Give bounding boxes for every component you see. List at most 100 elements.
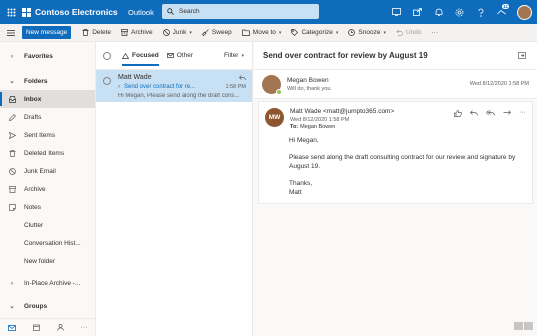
brand[interactable]: Contoso Electronics bbox=[22, 7, 128, 17]
focused-icon bbox=[122, 52, 129, 59]
sidebar-item-new-folder[interactable]: New folder bbox=[0, 252, 95, 270]
favorites-header[interactable]: › Favorites bbox=[0, 47, 95, 65]
archive-icon bbox=[0, 185, 24, 193]
message-body: Hi Megan, Please send along the draft co… bbox=[289, 136, 526, 197]
sidebar-item-archive[interactable]: Archive bbox=[0, 180, 95, 198]
list-item[interactable]: Matt Wade › Send over contract for re...… bbox=[96, 70, 252, 102]
select-all-checkbox[interactable] bbox=[96, 51, 118, 60]
help-icon[interactable] bbox=[470, 0, 491, 24]
move-to-button[interactable]: Move to ▾ bbox=[237, 24, 287, 42]
sidebar-item-deleted[interactable]: Deleted Items bbox=[0, 144, 95, 162]
sidebar-item-label: New folder bbox=[24, 257, 56, 265]
trash-icon bbox=[82, 29, 89, 36]
like-icon[interactable] bbox=[454, 110, 462, 117]
sidebar-item-junk[interactable]: Junk Email bbox=[0, 162, 95, 180]
sidebar-item-conversation-history[interactable]: Conversation Hist... bbox=[0, 234, 95, 252]
app-launcher-icon[interactable] bbox=[0, 0, 22, 24]
trash-icon bbox=[0, 149, 24, 157]
sidebar-item-sent[interactable]: Sent Items bbox=[0, 126, 95, 144]
delete-label: Delete bbox=[92, 29, 111, 36]
sidebar-item-label: Drafts bbox=[24, 113, 42, 121]
command-bar: New message Delete Archive Junk ▾ Sweep … bbox=[0, 24, 537, 42]
new-message-button[interactable]: New message bbox=[22, 26, 72, 39]
favorites-label: Favorites bbox=[24, 52, 53, 60]
feedback-icon[interactable]: 11 bbox=[491, 0, 512, 24]
filter-button[interactable]: Filter ▾ bbox=[224, 52, 244, 59]
undo-icon bbox=[396, 29, 403, 36]
people-icon[interactable] bbox=[57, 324, 64, 331]
sidebar-item-label: Notes bbox=[24, 203, 41, 211]
search-box[interactable]: Search bbox=[162, 4, 319, 19]
reply-icon bbox=[239, 74, 246, 81]
junk-button[interactable]: Junk ▾ bbox=[158, 24, 197, 42]
body-greeting: Hi Megan, bbox=[289, 137, 319, 144]
sidebar-item-label: Archive bbox=[24, 185, 46, 193]
sweep-button[interactable]: Sweep bbox=[197, 24, 237, 42]
message-select-checkbox[interactable] bbox=[96, 73, 118, 102]
reply-all-icon[interactable] bbox=[486, 110, 495, 117]
sidebar-item-clutter[interactable]: Clutter bbox=[0, 216, 95, 234]
meet-now-icon[interactable] bbox=[386, 0, 407, 24]
open-in-new-window-icon[interactable] bbox=[518, 52, 526, 59]
in-place-archive-header[interactable]: › In-Place Archive -... bbox=[0, 274, 95, 292]
reply-date: Wed 8/12/2020 1:58 PM bbox=[469, 81, 529, 87]
sidebar-item-notes[interactable]: Notes bbox=[0, 198, 95, 216]
message-time: 1:58 PM bbox=[225, 83, 246, 90]
expand-icon[interactable] bbox=[514, 322, 523, 330]
pane-resize-controls[interactable] bbox=[514, 322, 533, 330]
inbox-icon bbox=[0, 95, 24, 103]
note-icon bbox=[0, 203, 24, 211]
more-actions-button[interactable]: ··· bbox=[427, 24, 444, 42]
forward-icon[interactable] bbox=[503, 110, 511, 117]
groups-header[interactable]: ⌄ Groups bbox=[0, 297, 95, 315]
message-from[interactable]: Matt Wade <matt@jumpto365.com> bbox=[290, 108, 394, 115]
nav-toggle-icon[interactable] bbox=[0, 24, 22, 42]
circle-check-icon bbox=[103, 77, 111, 85]
feedback-badge: 11 bbox=[502, 4, 509, 9]
reply-icon[interactable] bbox=[470, 110, 478, 117]
undo-button[interactable]: Undo bbox=[391, 24, 427, 42]
chevron-down-icon: ▾ bbox=[189, 29, 192, 36]
message-recipient[interactable]: Megan Bowen bbox=[300, 124, 335, 130]
undo-label: Undo bbox=[405, 29, 422, 36]
avatar: MW bbox=[265, 108, 284, 127]
reply-sender: Megan Bowen bbox=[287, 76, 329, 84]
message-actions: ··· bbox=[454, 109, 526, 117]
more-options-icon[interactable]: ··· bbox=[519, 109, 526, 117]
categorize-button[interactable]: Categorize ▾ bbox=[286, 24, 343, 42]
chevron-down-icon: ▾ bbox=[241, 52, 244, 59]
reading-pane: Send over contract for review by August … bbox=[254, 42, 537, 336]
share-icon[interactable] bbox=[407, 0, 428, 24]
snooze-button[interactable]: Snooze ▾ bbox=[343, 24, 391, 42]
account-avatar[interactable] bbox=[517, 4, 532, 20]
sidebar-item-label: Sent Items bbox=[24, 131, 56, 139]
message-list-header: Focused Other Filter ▾ bbox=[96, 42, 252, 70]
tab-other-label: Other bbox=[176, 52, 193, 59]
app-name[interactable]: Outlook bbox=[128, 8, 162, 17]
calendar-icon[interactable] bbox=[33, 324, 40, 331]
archive-button[interactable]: Archive bbox=[116, 24, 158, 42]
delete-button[interactable]: Delete bbox=[77, 24, 116, 42]
conversation-header: Send over contract for review by August … bbox=[254, 42, 537, 70]
mail-icon[interactable] bbox=[8, 324, 17, 331]
download-icon[interactable] bbox=[524, 322, 533, 330]
sidebar-item-drafts[interactable]: Drafts bbox=[0, 108, 95, 126]
notifications-icon[interactable] bbox=[428, 0, 449, 24]
avatar bbox=[262, 74, 282, 95]
snooze-label: Snooze bbox=[358, 29, 381, 36]
more-apps-icon[interactable]: ··· bbox=[81, 324, 88, 331]
search-placeholder: Search bbox=[179, 8, 200, 15]
expand-conversation-icon[interactable]: › bbox=[118, 84, 120, 90]
settings-gear-icon[interactable] bbox=[449, 0, 470, 24]
module-switcher: ··· bbox=[0, 318, 96, 336]
to-label: To: bbox=[290, 124, 299, 130]
folders-header[interactable]: ⌄ Folders bbox=[0, 72, 95, 90]
categorize-label: Categorize bbox=[301, 29, 333, 36]
tab-focused[interactable]: Focused bbox=[118, 42, 163, 70]
tab-other[interactable]: Other bbox=[163, 42, 197, 70]
message-preview: Hi Megan, Please send along the draft co… bbox=[118, 92, 240, 99]
collapsed-reply-item[interactable]: Megan Bowen Will do, thank you. Wed 8/12… bbox=[254, 70, 537, 99]
sidebar-item-inbox[interactable]: Inbox bbox=[0, 90, 95, 108]
chevron-down-icon: ▾ bbox=[335, 29, 339, 36]
conversation-subject: Send over contract for review by August … bbox=[263, 51, 428, 60]
